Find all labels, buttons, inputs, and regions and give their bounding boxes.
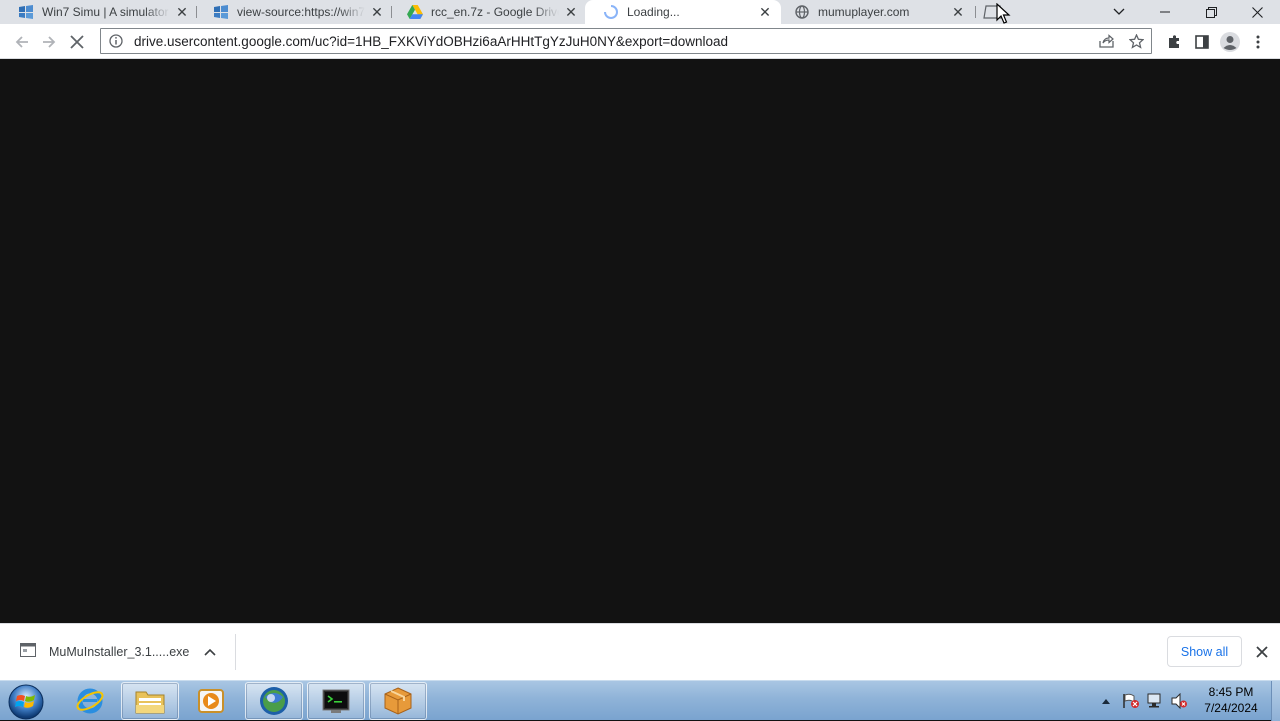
more-menu-icon[interactable] [1245, 29, 1271, 55]
google-drive-icon [407, 4, 423, 20]
forward-arrow-icon[interactable] [36, 29, 62, 55]
show-desktop-button[interactable] [1271, 681, 1280, 721]
network-icon[interactable] [1144, 681, 1166, 721]
mouse-cursor-icon [996, 2, 1012, 25]
minimize-button[interactable] [1142, 0, 1188, 24]
clock-time: 8:45 PM [1208, 685, 1254, 699]
browser-toolbar: drive.usercontent.google.com/uc?id=1HB_F… [0, 24, 1280, 59]
tab-title: rcc_en.7z - Google Drive [431, 5, 559, 19]
system-clock[interactable]: 8:45 PM 7/24/2024 [1196, 684, 1266, 718]
close-tab-icon[interactable]: ✕ [174, 4, 190, 20]
side-panel-icon[interactable] [1189, 29, 1215, 55]
tab-title: view-source:https://win7simu [237, 5, 365, 19]
file-explorer-icon[interactable] [121, 682, 179, 720]
tab-separator [975, 6, 976, 18]
stop-loading-icon[interactable] [64, 29, 90, 55]
close-window-button[interactable] [1234, 0, 1280, 24]
page-content-blank [0, 60, 1280, 623]
address-bar[interactable]: drive.usercontent.google.com/uc?id=1HB_F… [100, 28, 1152, 54]
start-button[interactable] [4, 683, 48, 721]
chevron-up-icon[interactable] [199, 641, 221, 663]
close-tab-icon[interactable]: ✕ [369, 4, 385, 20]
tab-search-button[interactable] [1096, 0, 1142, 24]
chrome-icon[interactable] [245, 682, 303, 720]
terminal-icon[interactable] [307, 682, 365, 720]
download-item[interactable]: MuMuInstaller_3.1.....exe [10, 634, 236, 670]
tab-title: Loading... [627, 5, 680, 19]
tab-mumuplayer[interactable]: mumuplayer.com ✕ [776, 0, 974, 24]
tab-loading-active[interactable]: Loading... ✕ [585, 0, 781, 24]
loading-spinner-icon [603, 4, 619, 20]
tab-win7-simu[interactable]: Win7 Simu | A simulator ✕ [0, 0, 198, 24]
tab-title: Win7 Simu | A simulator [42, 5, 169, 19]
profile-avatar-icon[interactable] [1217, 29, 1243, 55]
close-tab-icon[interactable]: ✕ [950, 4, 966, 20]
restore-button[interactable] [1188, 0, 1234, 24]
volume-muted-icon[interactable] [1168, 681, 1190, 721]
tab-strip: Win7 Simu | A simulator ✕ view-source:ht… [0, 0, 1280, 24]
back-arrow-icon[interactable] [9, 29, 35, 55]
internet-explorer-icon[interactable] [61, 682, 119, 720]
bookmark-star-icon[interactable] [1121, 29, 1151, 53]
url-text[interactable]: drive.usercontent.google.com/uc?id=1HB_F… [131, 34, 1091, 49]
win7simu-icon [18, 4, 34, 20]
windows-taskbar: 8:45 PM 7/24/2024 [0, 680, 1280, 721]
win7simu-icon [213, 4, 229, 20]
package-icon[interactable] [369, 682, 427, 720]
tab-view-source[interactable]: view-source:https://win7simu ✕ [195, 0, 393, 24]
exe-file-icon [20, 643, 38, 661]
action-center-flag-icon[interactable] [1120, 681, 1142, 721]
show-hidden-icons-icon[interactable] [1099, 681, 1113, 721]
clock-date: 7/24/2024 [1204, 701, 1258, 715]
globe-icon [794, 4, 810, 20]
tab-title: mumuplayer.com [818, 5, 910, 19]
close-shelf-icon[interactable] [1250, 640, 1274, 664]
download-file-name: MuMuInstaller_3.1.....exe [49, 645, 190, 659]
close-tab-icon[interactable]: ✕ [757, 4, 773, 20]
media-player-icon[interactable] [182, 682, 240, 720]
extensions-icon[interactable] [1161, 29, 1187, 55]
show-all-button[interactable]: Show all [1167, 636, 1242, 667]
site-info-icon[interactable] [101, 34, 131, 48]
share-icon[interactable] [1091, 29, 1121, 53]
close-tab-icon[interactable]: ✕ [563, 4, 579, 20]
tab-google-drive[interactable]: rcc_en.7z - Google Drive ✕ [389, 0, 587, 24]
download-shelf: MuMuInstaller_3.1.....exe Show all [0, 623, 1280, 680]
